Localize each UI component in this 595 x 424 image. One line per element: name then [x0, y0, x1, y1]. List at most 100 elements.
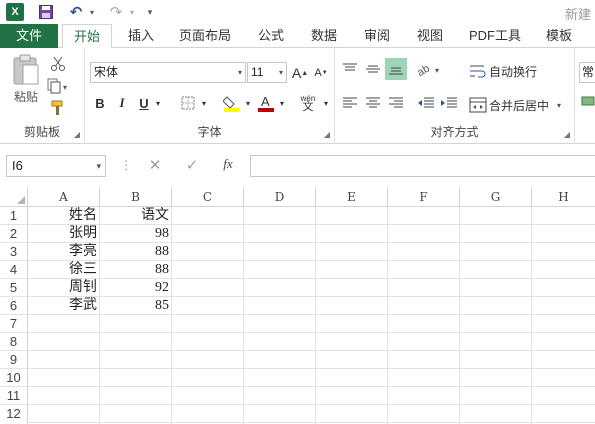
clipboard-group: 粘贴 ▾ 剪贴板 ◢	[0, 48, 85, 144]
copy-icon[interactable]: ▾	[47, 76, 69, 96]
row-header[interactable]: 3	[0, 243, 28, 261]
row-header[interactable]: 12	[0, 405, 28, 423]
font-color-icon[interactable]: A	[255, 92, 277, 114]
border-dropdown-icon[interactable]: ▾	[199, 92, 209, 114]
tab-pdf-tools[interactable]: PDF工具	[462, 24, 528, 48]
document-title: 新建	[564, 7, 591, 22]
name-box-value: I6	[12, 158, 23, 173]
align-top-icon[interactable]	[339, 58, 361, 80]
row-header[interactable]: 9	[0, 351, 28, 369]
shrink-font-icon[interactable]: A ▼	[312, 62, 330, 84]
column-header-h[interactable]: H	[532, 188, 595, 207]
clipboard-launcher-icon[interactable]: ◢	[74, 130, 80, 139]
underline-dropdown-icon[interactable]: ▾	[153, 92, 163, 114]
alignment-launcher-icon[interactable]: ◢	[564, 130, 570, 139]
redo-icon[interactable]: ↷	[108, 3, 124, 21]
column-header-b[interactable]: B	[100, 188, 172, 207]
fill-color-dropdown-icon[interactable]: ▾	[243, 92, 253, 114]
accounting-format-icon[interactable]	[581, 94, 595, 111]
paste-button[interactable]: 粘贴	[6, 54, 46, 112]
align-bottom-icon[interactable]	[385, 58, 407, 80]
cancel-entry-icon[interactable]: ✕	[145, 156, 165, 176]
row-header[interactable]: 11	[0, 387, 28, 405]
row-header[interactable]: 2	[0, 225, 28, 243]
cell-b5[interactable]: 92	[100, 279, 172, 297]
cell-a6[interactable]: 李武	[28, 297, 100, 315]
underline-button[interactable]: U	[135, 92, 153, 114]
tab-review[interactable]: 审阅	[356, 24, 398, 48]
formula-input[interactable]	[250, 155, 595, 177]
cell-a2[interactable]: 张明	[28, 225, 100, 243]
fill-color-icon[interactable]	[221, 92, 243, 114]
cell-b6[interactable]: 85	[100, 297, 172, 315]
align-left-icon[interactable]	[339, 92, 361, 114]
tab-page-layout[interactable]: 页面布局	[172, 24, 238, 48]
redo-dropdown-icon[interactable]: ▾	[128, 3, 136, 21]
name-box-dropdown-icon[interactable]: ▾	[96, 156, 101, 176]
cell-a3[interactable]: 李亮	[28, 243, 100, 261]
row-header[interactable]: 10	[0, 369, 28, 387]
format-painter-icon[interactable]	[47, 98, 69, 118]
orientation-icon[interactable]: ab ▾	[415, 58, 445, 80]
formula-bar-splitter-icon[interactable]: ⋮	[120, 158, 132, 172]
column-header-d[interactable]: D	[244, 188, 316, 207]
cell-b1[interactable]: 语文	[100, 207, 172, 225]
cell-a4[interactable]: 徐三	[28, 261, 100, 279]
name-box[interactable]: I6 ▾	[6, 155, 106, 177]
cell-b3[interactable]: 88	[100, 243, 172, 261]
cell-a1[interactable]: 姓名	[28, 207, 100, 225]
column-header-a[interactable]: A	[28, 188, 100, 207]
select-all-button[interactable]	[0, 188, 28, 207]
align-center-icon[interactable]	[362, 92, 384, 114]
undo-icon[interactable]: ↶	[68, 3, 84, 21]
border-icon[interactable]	[177, 92, 199, 114]
tab-view[interactable]: 视图	[409, 24, 451, 48]
align-right-icon[interactable]	[385, 92, 407, 114]
increase-indent-icon[interactable]	[438, 92, 460, 114]
font-name-select[interactable]: 宋体 ▾	[90, 62, 246, 83]
insert-function-icon[interactable]: fx	[218, 156, 238, 176]
customize-qat-icon[interactable]: ▾	[145, 3, 155, 21]
alignment-group-label: 对齐方式	[430, 125, 479, 139]
align-middle-icon[interactable]	[362, 58, 384, 80]
phonetic-dropdown-icon[interactable]: ▾	[321, 92, 331, 114]
cell-a5[interactable]: 周钊	[28, 279, 100, 297]
cut-icon[interactable]	[47, 54, 69, 74]
tab-insert[interactable]: 插入	[120, 24, 162, 48]
merge-center-button[interactable]: 合并后居中 ▾	[469, 94, 561, 116]
bold-button[interactable]: B	[91, 92, 109, 114]
enter-entry-icon[interactable]: ✓	[182, 156, 202, 176]
column-header-c[interactable]: C	[172, 188, 244, 207]
excel-icon[interactable]: X	[6, 3, 24, 21]
merge-dropdown-icon[interactable]: ▾	[557, 101, 561, 110]
wrap-text-button[interactable]: 自动换行	[469, 60, 537, 82]
tab-home[interactable]: 开始	[62, 24, 112, 49]
decrease-indent-icon[interactable]	[415, 92, 437, 114]
number-format-select[interactable]: 常	[579, 62, 595, 83]
row-header[interactable]: 1	[0, 207, 28, 225]
row-header[interactable]: 8	[0, 333, 28, 351]
cell-b2[interactable]: 98	[100, 225, 172, 243]
phonetic-guide-button[interactable]: wén 文	[295, 92, 321, 114]
column-header-f[interactable]: F	[388, 188, 460, 207]
row-header[interactable]: 4	[0, 261, 28, 279]
tab-data[interactable]: 数据	[303, 24, 345, 48]
font-color-dropdown-icon[interactable]: ▾	[277, 92, 287, 114]
column-header-e[interactable]: E	[316, 188, 388, 207]
column-header-g[interactable]: G	[460, 188, 532, 207]
row-header[interactable]: 5	[0, 279, 28, 297]
row-header[interactable]: 6	[0, 297, 28, 315]
tab-file[interactable]: 文件	[0, 24, 58, 48]
grow-font-icon[interactable]: A ▲	[291, 62, 309, 84]
font-launcher-icon[interactable]: ◢	[324, 130, 330, 139]
tab-templates[interactable]: 模板	[538, 24, 580, 48]
row-header[interactable]: 7	[0, 315, 28, 333]
font-name-value: 宋体	[94, 65, 119, 79]
tab-formulas[interactable]: 公式	[250, 24, 292, 48]
cell-b4[interactable]: 88	[100, 261, 172, 279]
italic-button[interactable]: I	[113, 92, 131, 114]
chevron-down-icon: ▾	[237, 68, 242, 77]
undo-dropdown-icon[interactable]: ▾	[88, 3, 96, 21]
save-icon[interactable]	[38, 3, 54, 21]
font-size-select[interactable]: 11 ▾	[247, 62, 287, 83]
